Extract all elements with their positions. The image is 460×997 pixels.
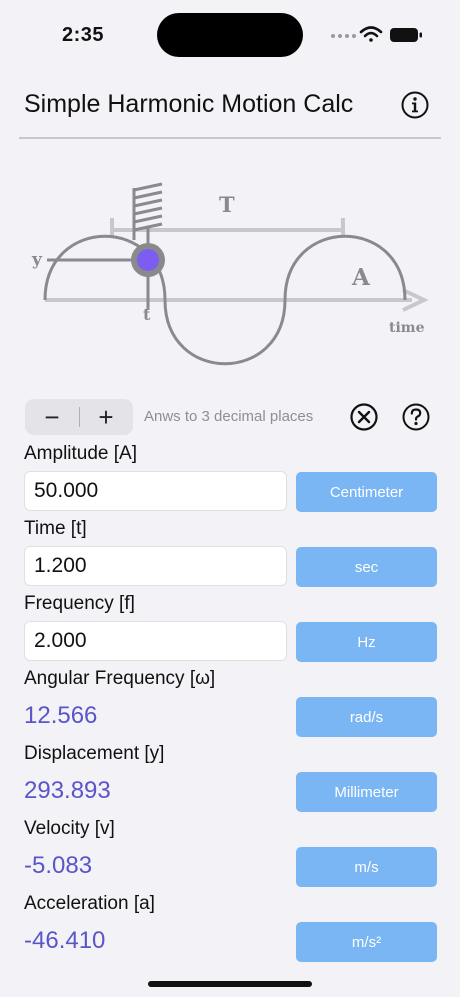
wifi-icon	[359, 26, 383, 42]
label-t: t	[143, 305, 151, 324]
acceleration-value: -46.410	[24, 927, 106, 954]
battery-icon	[390, 28, 422, 42]
home-indicator[interactable]	[148, 981, 312, 987]
label-y: y	[31, 250, 43, 270]
amplitude-unit-button[interactable]: Centimeter	[296, 472, 437, 512]
time-input[interactable]	[24, 546, 287, 586]
displacement-value: 293.893	[24, 777, 111, 804]
angular-frequency-label: Angular Frequency [ω]	[24, 668, 216, 689]
velocity-unit-button[interactable]: m/s	[296, 847, 437, 887]
angular-frequency-value: 12.566	[24, 702, 98, 729]
displacement-label: Displacement [y]	[24, 743, 165, 764]
page-title: Simple Harmonic Motion Calc	[24, 90, 354, 118]
signal-icon	[331, 34, 356, 38]
time-unit-button[interactable]: sec	[296, 547, 437, 587]
mass-ball	[137, 249, 159, 271]
time-label: Time [t]	[24, 518, 87, 539]
velocity-value: -5.083	[24, 852, 93, 879]
status-bar: 2:35	[0, 0, 460, 70]
help-icon[interactable]	[401, 402, 431, 432]
info-icon[interactable]	[400, 90, 430, 120]
nav-bar: Simple Harmonic Motion Calc	[0, 78, 460, 138]
amplitude-label: Amplitude [A]	[24, 443, 137, 464]
dynamic-island	[157, 13, 303, 57]
label-time: time	[389, 320, 425, 336]
controls-row: − + Anws to 3 decimal places	[0, 397, 460, 437]
decimal-stepper: − +	[25, 399, 133, 435]
frequency-unit-button[interactable]: Hz	[296, 622, 437, 662]
label-T: T	[219, 192, 235, 217]
header-divider	[19, 137, 441, 139]
decrement-button[interactable]: −	[25, 399, 79, 435]
velocity-label: Velocity [v]	[24, 818, 115, 839]
shm-diagram: T y t A time	[31, 182, 429, 366]
displacement-unit-button[interactable]: Millimeter	[296, 772, 437, 812]
label-A: A	[351, 264, 371, 291]
acceleration-label: Acceleration [a]	[24, 893, 155, 914]
angular-frequency-unit-button[interactable]: rad/s	[296, 697, 437, 737]
status-time: 2:35	[62, 24, 105, 46]
acceleration-unit-button[interactable]: m/s²	[296, 922, 437, 962]
stepper-divider	[79, 407, 80, 427]
time-axis	[45, 288, 429, 312]
increment-button[interactable]: +	[79, 399, 133, 435]
clear-icon[interactable]	[349, 402, 379, 432]
amplitude-input[interactable]	[24, 471, 287, 511]
spring	[132, 182, 163, 248]
status-icons	[331, 26, 422, 42]
frequency-label: Frequency [f]	[24, 593, 135, 614]
frequency-input[interactable]	[24, 621, 287, 661]
decimal-places-label: Anws to 3 decimal places	[144, 408, 314, 425]
